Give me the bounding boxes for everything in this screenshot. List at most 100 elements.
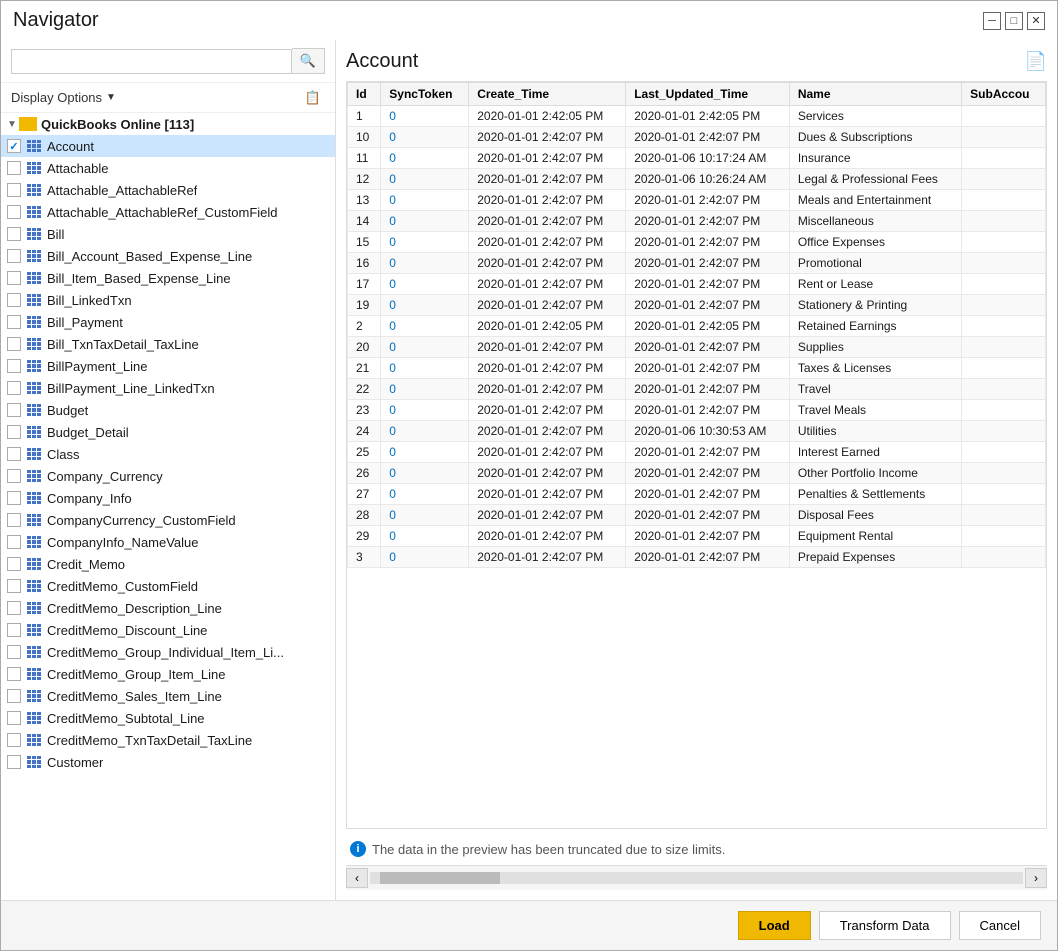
- scroll-track[interactable]: [370, 872, 1023, 884]
- tree-item-class[interactable]: Class: [1, 443, 335, 465]
- tree-item-bill_item_based_expense_line[interactable]: Bill_Item_Based_Expense_Line: [1, 267, 335, 289]
- table-icon-creditmemo_description_line: [25, 601, 43, 615]
- scroll-left-button[interactable]: ‹: [346, 868, 368, 888]
- tree-label-budget: Budget: [47, 403, 88, 418]
- search-button[interactable]: 🔍: [292, 48, 325, 74]
- cell-id: 22: [348, 379, 381, 400]
- cell-updated: 2020-01-01 2:42:05 PM: [626, 316, 790, 337]
- tree-item-companyinfo_namevalue[interactable]: CompanyInfo_NameValue: [1, 531, 335, 553]
- search-input[interactable]: [11, 49, 292, 74]
- tree-item-company_info[interactable]: Company_Info: [1, 487, 335, 509]
- display-options-button[interactable]: Display Options ▼: [11, 90, 116, 105]
- checkbox-credit_memo[interactable]: [7, 557, 21, 571]
- cell-id: 1: [348, 106, 381, 127]
- checkbox-budget_detail[interactable]: [7, 425, 21, 439]
- scroll-right-button[interactable]: ›: [1025, 868, 1047, 888]
- tree-item-bill_account_based_expense_line[interactable]: Bill_Account_Based_Expense_Line: [1, 245, 335, 267]
- checkbox-budget[interactable]: [7, 403, 21, 417]
- cell-create: 2020-01-01 2:42:07 PM: [469, 547, 626, 568]
- restore-button[interactable]: □: [1005, 12, 1023, 30]
- checkbox-bill_item_based_expense_line[interactable]: [7, 271, 21, 285]
- tree-item-bill_txntaxdetail_taxline[interactable]: Bill_TxnTaxDetail_TaxLine: [1, 333, 335, 355]
- cell-subaccount: [962, 316, 1046, 337]
- tree-item-billpayment_line[interactable]: BillPayment_Line: [1, 355, 335, 377]
- checkbox-attachable_attachableref_customfield[interactable]: [7, 205, 21, 219]
- checkbox-creditmemo_subtotal_line[interactable]: [7, 711, 21, 725]
- cell-updated: 2020-01-01 2:42:07 PM: [626, 505, 790, 526]
- checkbox-bill_account_based_expense_line[interactable]: [7, 249, 21, 263]
- cell-sync: 0: [381, 127, 469, 148]
- tree-item-company_currency[interactable]: Company_Currency: [1, 465, 335, 487]
- checkbox-creditmemo_discount_line[interactable]: [7, 623, 21, 637]
- tree-item-creditmemo_discount_line[interactable]: CreditMemo_Discount_Line: [1, 619, 335, 641]
- tree-item-creditmemo_group_item_line[interactable]: CreditMemo_Group_Item_Line: [1, 663, 335, 685]
- checkbox-bill_txntaxdetail_taxline[interactable]: [7, 337, 21, 351]
- tree-item-bill[interactable]: Bill: [1, 223, 335, 245]
- tree-item-bill_linkedtxn[interactable]: Bill_LinkedTxn: [1, 289, 335, 311]
- table-icon-creditmemo_subtotal_line: [25, 711, 43, 725]
- checkbox-bill_payment[interactable]: [7, 315, 21, 329]
- table-icon-creditmemo_group_individual_item_li: [25, 645, 43, 659]
- cell-updated: 2020-01-01 2:42:07 PM: [626, 190, 790, 211]
- close-button[interactable]: ✕: [1027, 12, 1045, 30]
- tree-item-budget_detail[interactable]: Budget_Detail: [1, 421, 335, 443]
- cell-id: 13: [348, 190, 381, 211]
- tree-item-account[interactable]: Account: [1, 135, 335, 157]
- checkbox-bill[interactable]: [7, 227, 21, 241]
- tree-item-creditmemo_txntaxdetail_taxline[interactable]: CreditMemo_TxnTaxDetail_TaxLine: [1, 729, 335, 751]
- tree-item-creditmemo_subtotal_line[interactable]: CreditMemo_Subtotal_Line: [1, 707, 335, 729]
- cancel-button[interactable]: Cancel: [959, 911, 1041, 940]
- checkbox-account[interactable]: [7, 139, 21, 153]
- checkbox-attachable[interactable]: [7, 161, 21, 175]
- checkbox-creditmemo_sales_item_line[interactable]: [7, 689, 21, 703]
- data-table-container[interactable]: IdSyncTokenCreate_TimeLast_Updated_TimeN…: [346, 81, 1047, 829]
- table-row: 1102020-01-01 2:42:07 PM2020-01-06 10:17…: [348, 148, 1046, 169]
- checkbox-creditmemo_group_individual_item_li[interactable]: [7, 645, 21, 659]
- checkbox-creditmemo_description_line[interactable]: [7, 601, 21, 615]
- tree-item-creditmemo_customfield[interactable]: CreditMemo_CustomField: [1, 575, 335, 597]
- title-bar: Navigator ─ □ ✕: [1, 1, 1057, 40]
- tree-label-budget_detail: Budget_Detail: [47, 425, 129, 440]
- tree-item-billpayment_line_linkedtxn[interactable]: BillPayment_Line_LinkedTxn: [1, 377, 335, 399]
- tree-area[interactable]: ▼ QuickBooks Online [113] AccountAttacha…: [1, 113, 335, 900]
- horizontal-scrollbar[interactable]: ‹ ›: [346, 865, 1047, 890]
- table-row: 2702020-01-01 2:42:07 PM2020-01-01 2:42:…: [348, 484, 1046, 505]
- tree-item-attachable_attachableref_customfield[interactable]: Attachable_AttachableRef_CustomField: [1, 201, 335, 223]
- tree-root[interactable]: ▼ QuickBooks Online [113]: [1, 113, 335, 135]
- checkbox-billpayment_line[interactable]: [7, 359, 21, 373]
- checkbox-attachable_attachableref[interactable]: [7, 183, 21, 197]
- col-header-create-time: Create_Time: [469, 83, 626, 106]
- transform-data-button[interactable]: Transform Data: [819, 911, 951, 940]
- tree-item-creditmemo_sales_item_line[interactable]: CreditMemo_Sales_Item_Line: [1, 685, 335, 707]
- checkbox-billpayment_line_linkedtxn[interactable]: [7, 381, 21, 395]
- tree-item-credit_memo[interactable]: Credit_Memo: [1, 553, 335, 575]
- table-row: 2902020-01-01 2:42:07 PM2020-01-01 2:42:…: [348, 526, 1046, 547]
- tree-item-attachable[interactable]: Attachable: [1, 157, 335, 179]
- tree-item-companycurrency_customfield[interactable]: CompanyCurrency_CustomField: [1, 509, 335, 531]
- footer: Load Transform Data Cancel: [1, 900, 1057, 950]
- checkbox-class[interactable]: [7, 447, 21, 461]
- checkbox-companyinfo_namevalue[interactable]: [7, 535, 21, 549]
- tree-item-budget[interactable]: Budget: [1, 399, 335, 421]
- checkbox-creditmemo_txntaxdetail_taxline[interactable]: [7, 733, 21, 747]
- minimize-button[interactable]: ─: [983, 12, 1001, 30]
- tree-item-creditmemo_description_line[interactable]: CreditMemo_Description_Line: [1, 597, 335, 619]
- checkbox-customer[interactable]: [7, 755, 21, 769]
- checkbox-bill_linkedtxn[interactable]: [7, 293, 21, 307]
- add-to-report-button[interactable]: 📋: [301, 87, 325, 108]
- tree-label-attachable_attachableref_customfield: Attachable_AttachableRef_CustomField: [47, 205, 278, 220]
- checkbox-company_info[interactable]: [7, 491, 21, 505]
- checkbox-company_currency[interactable]: [7, 469, 21, 483]
- cell-subaccount: [962, 274, 1046, 295]
- scroll-thumb[interactable]: [380, 872, 500, 884]
- checkbox-creditmemo_customfield[interactable]: [7, 579, 21, 593]
- load-button[interactable]: Load: [738, 911, 811, 940]
- tree-item-customer[interactable]: Customer: [1, 751, 335, 773]
- cell-name: Disposal Fees: [789, 505, 961, 526]
- tree-item-bill_payment[interactable]: Bill_Payment: [1, 311, 335, 333]
- cell-subaccount: [962, 505, 1046, 526]
- tree-item-attachable_attachableref[interactable]: Attachable_AttachableRef: [1, 179, 335, 201]
- checkbox-creditmemo_group_item_line[interactable]: [7, 667, 21, 681]
- checkbox-companycurrency_customfield[interactable]: [7, 513, 21, 527]
- tree-item-creditmemo_group_individual_item_li[interactable]: CreditMemo_Group_Individual_Item_Li...: [1, 641, 335, 663]
